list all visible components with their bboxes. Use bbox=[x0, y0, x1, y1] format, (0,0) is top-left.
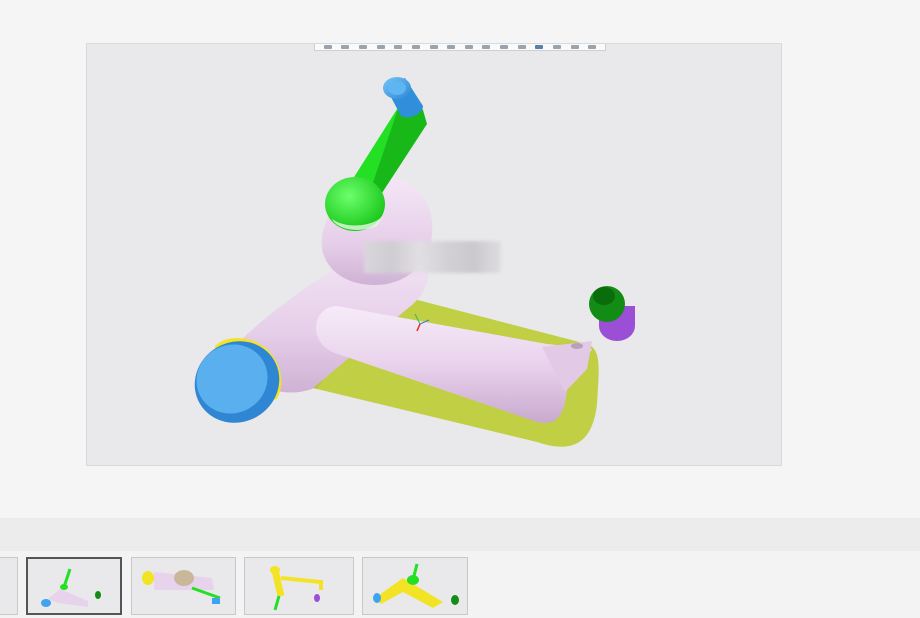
panel-divider bbox=[0, 518, 920, 551]
obscured-label bbox=[364, 241, 501, 273]
model-viewport[interactable] bbox=[86, 43, 782, 466]
thumbnail-view-3[interactable] bbox=[131, 557, 236, 615]
thumbnail-partial[interactable] bbox=[0, 557, 18, 615]
thumbnail-view-5[interactable] bbox=[362, 557, 468, 615]
thumbnail-strip bbox=[0, 551, 920, 618]
thumbnail-view-4[interactable] bbox=[244, 557, 354, 615]
thumbnail-view-2[interactable] bbox=[26, 557, 122, 615]
handle-cap bbox=[383, 77, 423, 118]
loose-knob bbox=[589, 286, 635, 341]
